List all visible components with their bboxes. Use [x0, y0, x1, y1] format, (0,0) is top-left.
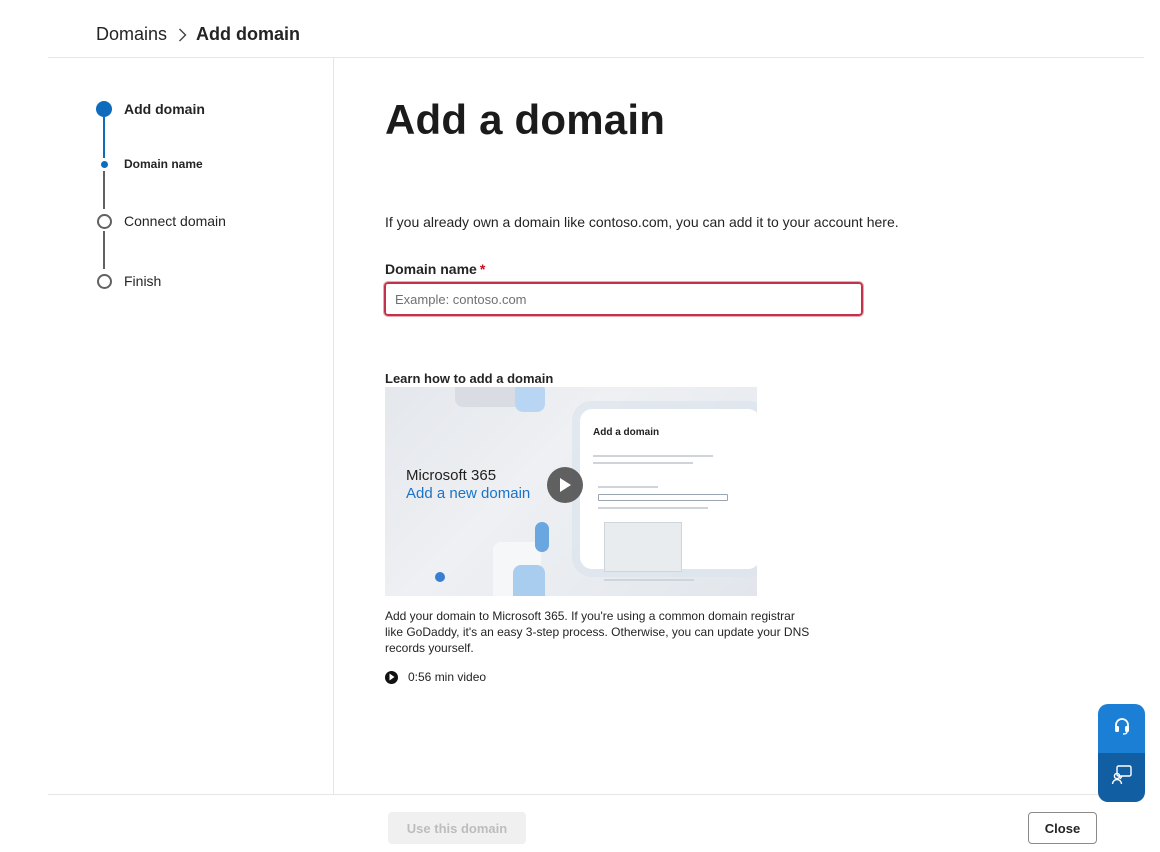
breadcrumb: Domains Add domain — [96, 24, 300, 45]
sidebar-divider — [333, 58, 334, 794]
step-upcoming-marker — [96, 213, 112, 229]
decor-shape — [535, 522, 549, 552]
step-domain-name: Domain name — [96, 157, 203, 171]
step-current-marker — [96, 101, 112, 117]
play-icon — [385, 670, 398, 684]
wizard-stepper: Add domain Domain name Connect domain Fi… — [96, 100, 316, 300]
feedback-button[interactable] — [1098, 753, 1145, 802]
intro-text: If you already own a domain like contoso… — [385, 214, 899, 230]
substep-marker — [100, 160, 108, 168]
step-connector — [103, 231, 105, 269]
video-panel-preview: Add a domain — [580, 409, 757, 581]
breadcrumb-domains-link[interactable]: Domains — [96, 24, 167, 45]
video-panel-thumbnail — [604, 522, 682, 572]
breadcrumb-current: Add domain — [196, 24, 301, 44]
required-marker: * — [479, 261, 486, 277]
video-thumbnail[interactable]: Microsoft 365 Add a new domain Add a dom… — [385, 387, 757, 596]
video-product-title: Microsoft 365 — [406, 467, 497, 484]
video-duration: 0:56 min video — [385, 670, 486, 684]
feedback-icon — [1111, 764, 1133, 791]
video-panel-title: Add a domain — [593, 427, 660, 438]
use-this-domain-button[interactable]: Use this domain — [388, 812, 526, 844]
video-description: Add your domain to Microsoft 365. If you… — [385, 609, 810, 655]
step-add-domain: Add domain — [96, 101, 205, 117]
header-divider — [48, 57, 1144, 58]
page-title: Add a domain — [385, 96, 666, 143]
domain-name-input[interactable] — [383, 281, 864, 317]
step-connector — [103, 171, 105, 209]
help-button[interactable] — [1098, 704, 1145, 753]
step-connector — [103, 117, 105, 158]
decor-shape — [513, 565, 545, 596]
domain-name-label: Domain name * — [385, 261, 486, 277]
floating-help-panel — [1098, 704, 1145, 802]
close-button[interactable]: Close — [1028, 812, 1097, 844]
step-connect-domain: Connect domain — [96, 213, 226, 229]
video-subtitle: Add a new domain — [406, 485, 531, 502]
step-label: Domain name — [124, 157, 203, 171]
step-label: Add domain — [124, 101, 205, 117]
step-upcoming-marker — [96, 273, 112, 289]
step-finish: Finish — [96, 273, 161, 289]
duration-label: 0:56 min video — [408, 670, 487, 684]
learn-heading: Learn how to add a domain — [385, 371, 554, 386]
headset-icon — [1112, 716, 1132, 741]
step-label: Finish — [124, 273, 162, 289]
footer-divider — [48, 794, 1144, 795]
decor-shape — [435, 572, 445, 582]
play-icon[interactable] — [547, 467, 583, 503]
step-label: Connect domain — [124, 213, 226, 229]
chevron-right-icon — [178, 28, 187, 42]
decor-shape — [515, 387, 545, 412]
